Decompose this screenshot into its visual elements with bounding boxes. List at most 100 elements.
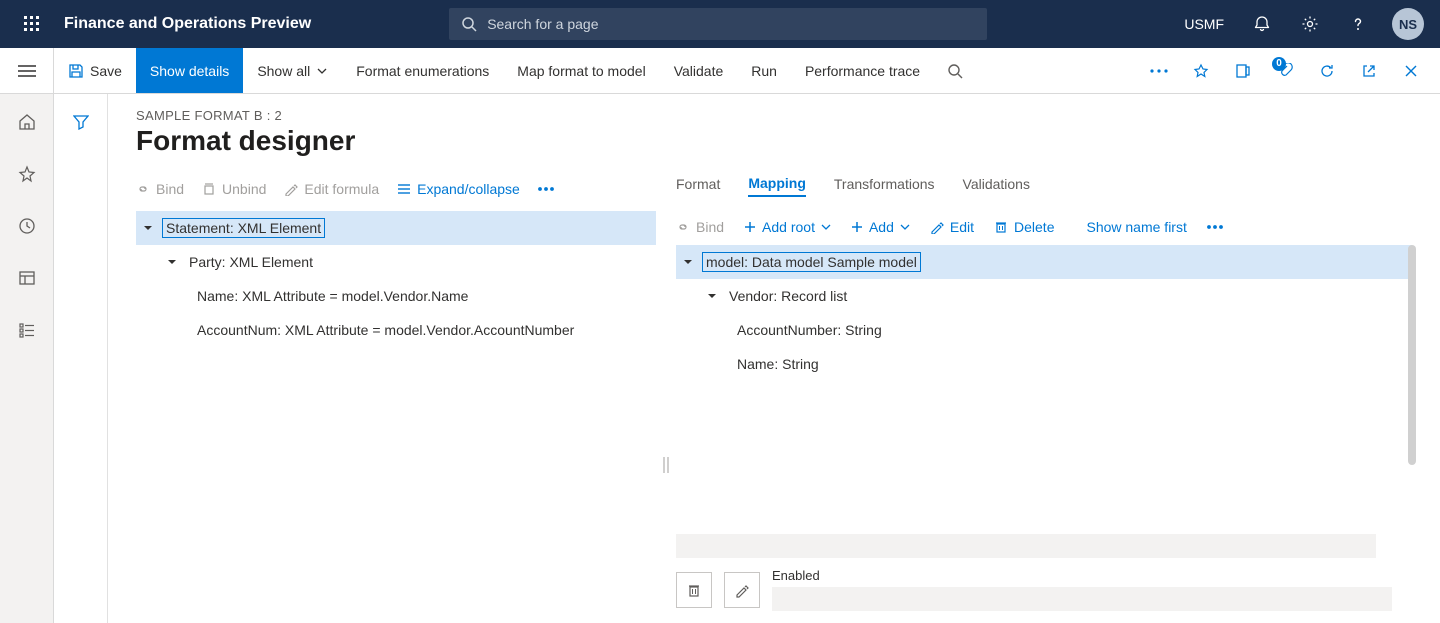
tab-validations[interactable]: Validations [963, 172, 1030, 196]
tree-node-accountnumber[interactable]: AccountNumber: String [676, 313, 1412, 347]
edit-label: Edit [950, 219, 974, 235]
validate-button[interactable]: Validate [660, 48, 738, 93]
edit-formula-label: Edit formula [304, 181, 379, 197]
workspaces-icon[interactable] [7, 258, 47, 298]
tree-label: Party: XML Element [186, 253, 316, 271]
filter-pane [54, 94, 108, 623]
tree-node-party[interactable]: Party: XML Element [136, 245, 656, 279]
performance-trace-button[interactable]: Performance trace [791, 48, 934, 93]
format-tree-pane: Bind Unbind Edit formula Expand/collapse [136, 167, 656, 623]
office-addin-icon[interactable] [1222, 48, 1264, 94]
notifications-icon[interactable] [1240, 0, 1284, 48]
modules-icon[interactable] [7, 310, 47, 350]
property-label: Enabled [772, 568, 1412, 583]
tab-transformations[interactable]: Transformations [834, 172, 935, 196]
format-toolbar: Bind Unbind Edit formula Expand/collapse [136, 181, 656, 197]
delete-button[interactable]: Delete [994, 219, 1054, 235]
popout-icon[interactable] [1348, 48, 1390, 94]
personalize-icon[interactable] [1180, 48, 1222, 94]
tree-node-name[interactable]: Name: String [676, 347, 1412, 381]
search-placeholder: Search for a page [487, 16, 598, 32]
show-name-first-button[interactable]: Show name first [1086, 219, 1186, 235]
tree-node-accountnum[interactable]: AccountNum: XML Attribute = model.Vendor… [136, 313, 656, 347]
search-box[interactable]: Search for a page [449, 8, 987, 40]
bind-label: Bind [696, 219, 724, 235]
main-content: SAMPLE FORMAT B : 2 Format designer Bind… [108, 94, 1440, 623]
more-toolbar-icon[interactable] [538, 187, 554, 191]
show-details-button[interactable]: Show details [136, 48, 243, 93]
search-icon [461, 16, 477, 32]
edit-button[interactable]: Edit [930, 219, 974, 235]
show-all-label: Show all [257, 63, 310, 79]
properties-panel: Enabled [676, 528, 1412, 623]
nav-collapse-button[interactable] [0, 48, 54, 93]
expand-collapse-button[interactable]: Expand/collapse [397, 181, 520, 197]
company-picker[interactable]: USMF [1172, 0, 1236, 48]
tree-label: Name: XML Attribute = model.Vendor.Name [194, 287, 471, 305]
map-format-button[interactable]: Map format to model [503, 48, 659, 93]
more-toolbar-icon-right[interactable] [1207, 225, 1223, 229]
search-page-icon[interactable] [934, 48, 976, 94]
chevron-down-icon [900, 222, 910, 232]
favorites-icon[interactable] [7, 154, 47, 194]
tree-label: Vendor: Record list [726, 287, 850, 305]
tree-node-model[interactable]: model: Data model Sample model [676, 245, 1412, 279]
add-root-button[interactable]: Add root [744, 219, 831, 235]
more-commands-icon[interactable] [1138, 48, 1180, 94]
tree-node-vendor[interactable]: Vendor: Record list [676, 279, 1412, 313]
tree-label: AccountNumber: String [734, 321, 885, 339]
attachments-badge: 0 [1272, 57, 1286, 71]
caret-down-icon[interactable] [140, 220, 156, 236]
add-button[interactable]: Add [851, 219, 910, 235]
waffle-icon[interactable] [8, 0, 56, 48]
edit-formula-button: Edit formula [284, 181, 379, 197]
bind-label: Bind [156, 181, 184, 197]
readonly-field [676, 534, 1376, 558]
breadcrumb: SAMPLE FORMAT B : 2 [136, 108, 1412, 123]
close-icon[interactable] [1390, 48, 1432, 94]
save-label: Save [90, 63, 122, 79]
settings-icon[interactable] [1288, 0, 1332, 48]
save-button[interactable]: Save [54, 48, 136, 93]
scrollbar[interactable] [1408, 245, 1416, 465]
save-icon [68, 63, 84, 79]
tree-label: model: Data model Sample model [702, 252, 921, 272]
tree-node-statement[interactable]: Statement: XML Element [136, 211, 656, 245]
left-navigation-rail [0, 94, 54, 623]
delete-property-button[interactable] [676, 572, 712, 608]
mapping-pane: Format Mapping Transformations Validatio… [676, 167, 1412, 623]
unbind-label: Unbind [222, 181, 266, 197]
format-enumerations-button[interactable]: Format enumerations [342, 48, 503, 93]
chevron-down-icon [316, 65, 328, 77]
command-bar: Save Show details Show all Format enumer… [0, 48, 1440, 94]
property-value-field[interactable] [772, 587, 1392, 611]
tab-format[interactable]: Format [676, 172, 720, 196]
delete-label: Delete [1014, 219, 1054, 235]
recent-icon[interactable] [7, 206, 47, 246]
tree-node-name[interactable]: Name: XML Attribute = model.Vendor.Name [136, 279, 656, 313]
user-avatar[interactable]: NS [1392, 8, 1424, 40]
caret-down-icon[interactable] [704, 288, 720, 304]
right-tabs: Format Mapping Transformations Validatio… [676, 167, 1412, 201]
add-label: Add [869, 219, 894, 235]
home-icon[interactable] [7, 102, 47, 142]
refresh-icon[interactable] [1306, 48, 1348, 94]
filter-icon[interactable] [61, 102, 101, 142]
edit-property-button[interactable] [724, 572, 760, 608]
help-icon[interactable] [1336, 0, 1380, 48]
mapping-toolbar: Bind Add root Add Edit [676, 219, 1412, 235]
unbind-button: Unbind [202, 181, 266, 197]
caret-down-icon[interactable] [680, 254, 696, 270]
show-all-button[interactable]: Show all [243, 48, 342, 93]
tree-label: Statement: XML Element [162, 218, 325, 238]
add-root-label: Add root [762, 219, 815, 235]
run-button[interactable]: Run [737, 48, 791, 93]
attachments-icon[interactable]: 0 [1264, 48, 1306, 94]
page-title: Format designer [136, 125, 1412, 157]
mapping-tree: model: Data model Sample model Vendor: R… [676, 245, 1412, 381]
pane-splitter[interactable] [656, 167, 676, 623]
show-name-first-label: Show name first [1086, 219, 1186, 235]
caret-down-icon[interactable] [164, 254, 180, 270]
bind-button-right: Bind [676, 219, 724, 235]
tab-mapping[interactable]: Mapping [748, 171, 806, 197]
